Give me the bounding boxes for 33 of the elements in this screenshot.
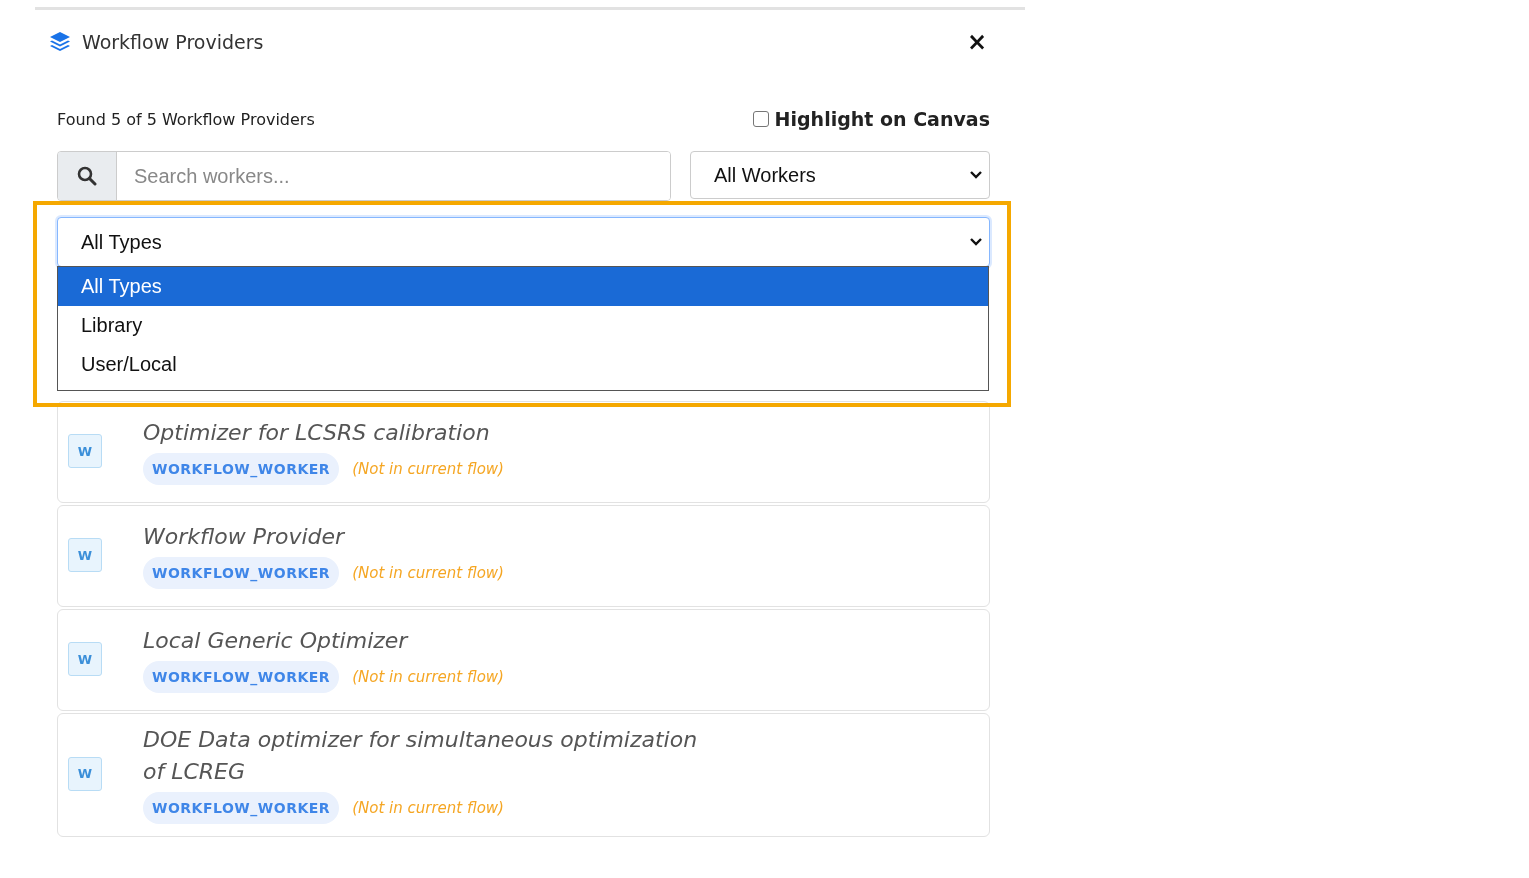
result-count: Found 5 of 5 Workflow Providers	[57, 109, 315, 129]
provider-card[interactable]: W Workflow Provider WORKFLOW_WORKER (Not in current flow)	[57, 505, 990, 607]
dropdown-option[interactable]: All Types	[58, 267, 988, 306]
status-note: (Not in current flow)	[352, 667, 504, 686]
type-select[interactable]: All Types	[57, 217, 990, 267]
search-field[interactable]: Search workers...	[57, 151, 671, 201]
chevron-down-icon	[969, 170, 983, 180]
type-tag: WORKFLOW_WORKER	[143, 556, 340, 589]
provider-card[interactable]: W DOE Data optimizer for simultaneous optimization of LCREG WORKFLOW_WORKER (Not in current flow)	[57, 713, 990, 837]
checkbox-label: Highlight on Canvas	[774, 108, 990, 130]
worker-select[interactable]: All Workers	[690, 151, 990, 199]
provider-card[interactable]: W Local Generic Optimizer WORKFLOW_WORKER (Not in current flow)	[57, 609, 990, 711]
panel-title: Workflow Providers	[82, 31, 265, 53]
worker-letter-icon: W	[68, 538, 102, 572]
close-button[interactable]: ×	[966, 30, 987, 54]
worker-letter-icon: W	[68, 756, 102, 791]
provider-card[interactable]: W Optimizer for LCSRS calibration WORKFLOW_WORKER (Not in current flow)	[57, 401, 990, 503]
status-note: (Not in current flow)	[352, 563, 504, 582]
status-note: (Not in current flow)	[352, 798, 504, 817]
highlight-checkbox[interactable]	[752, 111, 769, 127]
type-tag: WORKFLOW_WORKER	[143, 452, 340, 485]
status-note: (Not in current flow)	[352, 459, 504, 478]
chevron-down-icon	[969, 237, 983, 247]
search-icon	[77, 166, 97, 186]
type-tag: WORKFLOW_WORKER	[143, 660, 340, 693]
layers-icon	[48, 31, 72, 53]
worker-letter-icon: W	[68, 434, 102, 468]
worker-letter-icon: W	[68, 642, 102, 676]
type-tag: WORKFLOW_WORKER	[143, 791, 340, 824]
provider-name: Workflow Provider	[143, 523, 346, 552]
provider-name: Local Generic Optimizer	[143, 627, 410, 656]
provider-name: Optimizer for LCSRS calibration	[143, 419, 491, 448]
provider-name: DOE Data optimizer for simultaneous optimization of LCREG	[143, 726, 699, 786]
